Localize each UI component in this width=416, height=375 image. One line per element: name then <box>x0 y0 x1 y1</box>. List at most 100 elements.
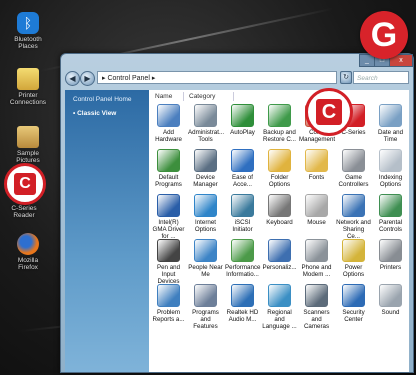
sound-icon <box>379 284 402 307</box>
device-manager-icon <box>194 149 217 172</box>
control-panel-item[interactable]: Indexing Options <box>373 149 408 188</box>
control-panel-item[interactable]: Administrat... Tools <box>188 104 225 143</box>
control-panel-item[interactable]: Keyboard <box>262 194 297 226</box>
control-panel-item[interactable]: Performance Informatio... <box>225 239 260 278</box>
pictures-folder-icon <box>17 126 39 148</box>
control-panel-item[interactable]: Pen and Input Devices <box>151 239 186 285</box>
control-panel-item-label: Mouse <box>307 219 326 226</box>
programs-icon <box>194 284 217 307</box>
control-panel-item-label: Programs and Features <box>192 309 219 330</box>
column-header-category[interactable]: Category <box>185 92 234 101</box>
control-panel-item[interactable]: Date and Time <box>373 104 408 143</box>
classic-view-label: Classic View <box>77 110 117 117</box>
control-panel-item[interactable]: Security Center <box>336 284 371 323</box>
control-panel-item[interactable]: Realtek HD Audio M... <box>225 284 260 323</box>
control-panel-item-label: Network and Sharing Ce... <box>336 219 371 240</box>
control-panel-item[interactable]: Mouse <box>299 194 334 226</box>
desktop-icon-c-series[interactable]: C C-Series Reader <box>4 163 46 219</box>
breadcrumb[interactable]: ▸ Control Panel ▸ <box>97 71 337 84</box>
back-button[interactable]: ◀ <box>65 71 80 86</box>
control-panel-item[interactable]: Parental Controls <box>373 194 408 233</box>
desktop-icon-label: Sample Pictures <box>16 150 40 164</box>
c-series-callout-icon: C <box>305 88 353 136</box>
control-panel-item-label: Intel(R) GMA Driver for ... <box>152 219 185 240</box>
control-panel-window: _ □ x ◀ ▶ ▸ Control Panel ▸ ↻ Search Con… <box>60 53 414 373</box>
personalize-icon <box>268 239 291 262</box>
regional-icon <box>268 284 291 307</box>
audio-icon <box>231 284 254 307</box>
problem-reports-icon <box>157 284 180 307</box>
control-panel-item[interactable]: Internet Options <box>188 194 223 233</box>
iscsi-icon <box>231 194 254 217</box>
control-panel-item[interactable]: Personaliz... <box>262 239 297 271</box>
address-bar: ◀ ▶ ▸ Control Panel ▸ ↻ Search <box>61 68 413 88</box>
desktop-icon-label: Bluetooth Places <box>14 36 42 50</box>
c-letter: C <box>316 99 342 125</box>
control-panel-item[interactable]: Default Programs <box>151 149 186 188</box>
ease-of-access-icon <box>231 149 254 172</box>
control-panel-item-label: Device Manager <box>193 174 218 188</box>
control-panel-item[interactable]: Scanners and Cameras <box>299 284 334 330</box>
control-panel-item[interactable]: Printers <box>373 239 408 271</box>
control-panel-home-link[interactable]: Control Panel Home <box>73 96 149 103</box>
gamepad-icon <box>342 149 365 172</box>
clock-icon <box>379 104 402 127</box>
control-panel-item[interactable]: Intel(R) GMA Driver for ... <box>151 194 186 240</box>
control-panel-item[interactable]: Add Hardware <box>151 104 186 143</box>
admin-tools-icon <box>194 104 217 127</box>
firefox-icon <box>17 233 39 255</box>
control-panel-item-label: Parental Controls <box>378 219 403 233</box>
autoplay-icon <box>231 104 254 127</box>
control-panel-item[interactable]: Ease of Acce... <box>225 149 260 188</box>
desktop-icon-bluetooth[interactable]: ᛒ Bluetooth Places <box>8 12 48 50</box>
control-panel-item-label: Security Center <box>342 309 365 323</box>
control-panel-item-label: Regional and Language ... <box>262 309 297 330</box>
control-panel-item-label: Fonts <box>308 174 325 181</box>
control-panel-item[interactable]: Programs and Features <box>188 284 223 330</box>
sidebar: Control Panel Home • Classic View <box>65 90 149 372</box>
control-panel-item[interactable]: Game Controllers <box>336 149 371 188</box>
column-header-name[interactable]: Name <box>151 92 184 101</box>
control-panel-item[interactable]: Folder Options <box>262 149 297 188</box>
desktop-icon-printer[interactable]: Printer Connections <box>8 68 48 106</box>
control-panel-item-label: People Near Me <box>188 264 223 278</box>
control-panel-item[interactable]: Network and Sharing Ce... <box>336 194 371 240</box>
phone-icon <box>305 239 328 262</box>
control-panel-item-label: Sound <box>381 309 400 316</box>
control-panel-item-label: Printers <box>379 264 402 271</box>
control-panel-item[interactable]: AutoPlay <box>225 104 260 136</box>
control-panel-item-label: Administrat... Tools <box>188 129 225 143</box>
mouse-icon <box>305 194 328 217</box>
desktop-icon-label: C-Series Reader <box>11 205 37 219</box>
control-panel-item-label: Phone and Modem ... <box>301 264 332 278</box>
control-panel-item[interactable]: Fonts <box>299 149 334 181</box>
control-panel-item-label: Folder Options <box>268 174 291 188</box>
control-panel-item[interactable]: iSCSI Initiator <box>225 194 260 233</box>
search-input[interactable]: Search <box>353 71 409 84</box>
parental-icon <box>379 194 402 217</box>
control-panel-item-label: Realtek HD Audio M... <box>226 309 259 323</box>
backup-icon <box>268 104 291 127</box>
control-panel-item[interactable]: Backup and Restore C... <box>262 104 297 143</box>
control-panel-item[interactable]: Regional and Language ... <box>262 284 297 330</box>
desktop-icon-pictures[interactable]: Sample Pictures <box>8 126 48 164</box>
pen-icon <box>157 239 180 262</box>
control-panel-item[interactable]: Device Manager <box>188 149 223 188</box>
intel-icon <box>157 194 180 217</box>
control-panel-item[interactable]: Problem Reports a... <box>151 284 186 323</box>
classic-view-link[interactable]: • Classic View <box>73 110 149 117</box>
control-panel-item-label: Performance Informatio... <box>225 264 261 278</box>
forward-button[interactable]: ▶ <box>80 71 95 86</box>
control-panel-item[interactable]: Power Options <box>336 239 371 278</box>
control-panel-item-label: Default Programs <box>155 174 182 188</box>
desktop-icon-firefox[interactable]: Mozilla Firefox <box>8 233 48 271</box>
control-panel-item[interactable]: Sound <box>373 284 408 316</box>
c-series-highlight-icon: C <box>4 163 46 205</box>
globe-icon <box>194 194 217 217</box>
control-panel-item-label: Keyboard <box>266 219 293 226</box>
printer-icon <box>379 239 402 262</box>
desktop-icon-label: Mozilla Firefox <box>17 257 39 271</box>
control-panel-item[interactable]: Phone and Modem ... <box>299 239 334 278</box>
refresh-button[interactable]: ↻ <box>340 71 352 84</box>
control-panel-item[interactable]: People Near Me <box>188 239 223 278</box>
